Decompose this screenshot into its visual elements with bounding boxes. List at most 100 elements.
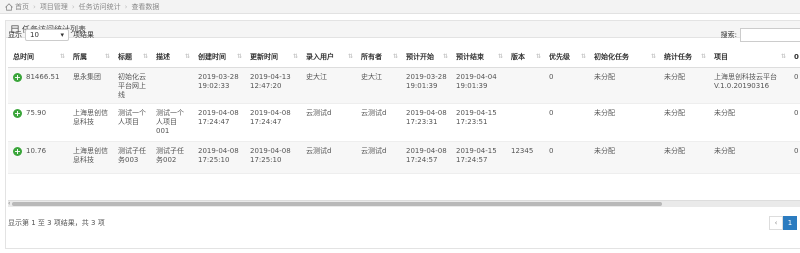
table-cell: 未分配 xyxy=(589,103,659,142)
column-header[interactable]: 项目 ⇅ xyxy=(709,47,789,68)
table-cell: 云测试d xyxy=(356,103,401,142)
column-header[interactable]: 0 xyxy=(789,47,800,68)
table-cell: 上海思创科技云平台V.1.0.20190316 xyxy=(709,67,789,104)
sort-icon: ⇅ xyxy=(236,53,242,60)
dropdown-arrow-icon: ▾ xyxy=(60,31,64,39)
table-cell: 2019-04-08 17:25:10 xyxy=(245,141,301,174)
table-cell: 2019-04-08 17:24:57 xyxy=(401,141,451,174)
column-header[interactable]: 总时间 ⇅ xyxy=(8,47,68,68)
sort-icon: ⇅ xyxy=(59,53,65,60)
table-cell: 测试一个人项目001 xyxy=(151,103,193,142)
pagination: ‹ 1 xyxy=(769,216,797,230)
table-row[interactable]: +81466.51 思永集团 初始化云平台网上线 2019-03-28 19:0… xyxy=(8,67,800,104)
table-cell: 2019-04-13 12:47:20 xyxy=(245,67,301,104)
breadcrumb-separator-icon: › xyxy=(124,2,128,11)
stats-table: 总时间 ⇅ 所属 ⇅ 标题 ⇅ 描述 ⇅ 创建时间 ⇅ 更新时间 ⇅ 录入用户 ⇅ 所有者 ⇅ … xyxy=(8,47,800,174)
sort-icon: ⇅ xyxy=(780,53,786,60)
breadcrumb-current: 查看数据 xyxy=(131,2,160,11)
home-icon xyxy=(5,2,13,11)
breadcrumb-separator-icon: › xyxy=(71,2,75,11)
entries-label: 项结果 xyxy=(73,31,94,39)
column-header[interactable]: 预计结束 ⇅ xyxy=(451,47,506,68)
breadcrumb-link-home[interactable]: 首页 xyxy=(15,2,29,12)
table-cell: 未分配 xyxy=(659,141,709,174)
table-cell: 思永集团 xyxy=(68,67,113,104)
cell-total-time: +10.76 xyxy=(8,141,68,174)
table-cell xyxy=(151,67,193,104)
table-row[interactable]: +10.76 上海思创信息科技 测试子任务003 测试子任务002 2019-0… xyxy=(8,141,800,174)
sort-icon: ⇅ xyxy=(650,53,656,60)
table-cell: 2019-04-08 17:24:47 xyxy=(245,103,301,142)
table-row[interactable]: +75.90 上海思创信息科技 测试一个人项目 测试一个人项目001 2019-… xyxy=(8,103,800,142)
column-header[interactable]: 录入用户 ⇅ xyxy=(301,47,356,68)
cell-total-time: +75.90 xyxy=(8,103,68,142)
table-cell: 2019-03-28 19:01:39 xyxy=(401,67,451,104)
horizontal-scrollbar[interactable]: ‹ xyxy=(8,200,800,207)
table-cell: 上海思创信息科技 xyxy=(68,103,113,142)
table-cell: 测试一个人项目 xyxy=(113,103,151,142)
show-label: 显示 xyxy=(8,31,22,39)
expand-row-icon[interactable]: + xyxy=(13,108,22,118)
sort-icon: ⇅ xyxy=(535,53,541,60)
column-header[interactable]: 初始化任务 ⇅ xyxy=(589,47,659,68)
page-size-select[interactable]: 10 ▾ xyxy=(25,29,69,41)
table-cell: 12345 xyxy=(506,141,544,174)
column-header[interactable]: 所属 ⇅ xyxy=(68,47,113,68)
table-cell: 2019-04-08 17:23:31 xyxy=(401,103,451,142)
table-cell: 未分配 xyxy=(709,103,789,142)
expand-row-icon[interactable]: + xyxy=(13,72,22,82)
table-cell: 2019-04-04 19:01:39 xyxy=(451,67,506,104)
column-header[interactable]: 创建时间 ⇅ xyxy=(193,47,245,68)
breadcrumb-separator-icon: › xyxy=(33,2,36,11)
expand-row-icon[interactable]: + xyxy=(13,146,22,156)
column-header[interactable]: 优先级 ⇅ xyxy=(544,47,589,68)
search-label: 搜索: xyxy=(720,31,737,39)
sort-icon: ⇅ xyxy=(347,53,353,60)
breadcrumb-link-project[interactable]: 项目管理 xyxy=(40,2,68,12)
table-cell: 2019-04-08 17:24:47 xyxy=(193,103,245,142)
table-info: 显示第 1 至 3 项结果，共 3 项 xyxy=(8,219,105,227)
table-cell: 0 xyxy=(544,141,589,174)
breadcrumb-link-task-stats[interactable]: 任务访问统计 xyxy=(79,2,121,12)
search-area: 搜索: xyxy=(721,28,800,42)
table-cell: 史大江 xyxy=(301,67,356,104)
table-cell: 测试子任务003 xyxy=(113,141,151,174)
column-header[interactable]: 标题 ⇅ xyxy=(113,47,151,68)
scroll-left-icon[interactable]: ‹ xyxy=(8,200,10,207)
table-cell: 上海思创信息科技 xyxy=(68,141,113,174)
table-cell: 未分配 xyxy=(589,141,659,174)
table-controls: 显示 10 ▾ 项结果 搜索: xyxy=(8,28,800,42)
sort-icon: ⇅ xyxy=(392,53,398,60)
table-cell: 0 xyxy=(789,103,800,142)
search-input[interactable] xyxy=(740,28,800,42)
table-cell xyxy=(506,67,544,104)
sort-icon: ⇅ xyxy=(292,53,298,60)
table-cell: 2019-04-08 17:25:10 xyxy=(193,141,245,174)
breadcrumb-home[interactable]: 首页 xyxy=(5,2,29,12)
table-cell: 初始化云平台网上线 xyxy=(113,67,151,104)
table-cell: 云测试d xyxy=(301,141,356,174)
page-size-value: 10 xyxy=(30,31,39,39)
column-header[interactable]: 描述 ⇅ xyxy=(151,47,193,68)
cell-total-time: +81466.51 xyxy=(8,67,68,104)
column-header[interactable]: 统计任务 ⇅ xyxy=(659,47,709,68)
previous-page-button[interactable]: ‹ xyxy=(769,216,783,230)
table-cell: 云测试d xyxy=(356,141,401,174)
table-header-row: 总时间 ⇅ 所属 ⇅ 标题 ⇅ 描述 ⇅ 创建时间 ⇅ 更新时间 ⇅ 录入用户 ⇅ 所有者 ⇅ … xyxy=(8,47,800,68)
sort-icon: ⇅ xyxy=(442,53,448,60)
page-button-current[interactable]: 1 xyxy=(783,216,797,230)
table-cell: 未分配 xyxy=(589,67,659,104)
table-cell: 0 xyxy=(544,103,589,142)
column-header[interactable]: 版本 ⇅ xyxy=(506,47,544,68)
table-cell: 2019-04-15 17:23:51 xyxy=(451,103,506,142)
table-cell: 测试子任务002 xyxy=(151,141,193,174)
table-cell: 未分配 xyxy=(659,103,709,142)
column-header[interactable]: 所有者 ⇅ xyxy=(356,47,401,68)
sort-icon: ⇅ xyxy=(497,53,503,60)
scrollbar-thumb[interactable] xyxy=(12,202,662,206)
table-cell: 史大江 xyxy=(356,67,401,104)
table-cell: 2019-03-28 19:02:33 xyxy=(193,67,245,104)
table-cell: 0 xyxy=(789,141,800,174)
column-header[interactable]: 预计开始 ⇅ xyxy=(401,47,451,68)
column-header[interactable]: 更新时间 ⇅ xyxy=(245,47,301,68)
